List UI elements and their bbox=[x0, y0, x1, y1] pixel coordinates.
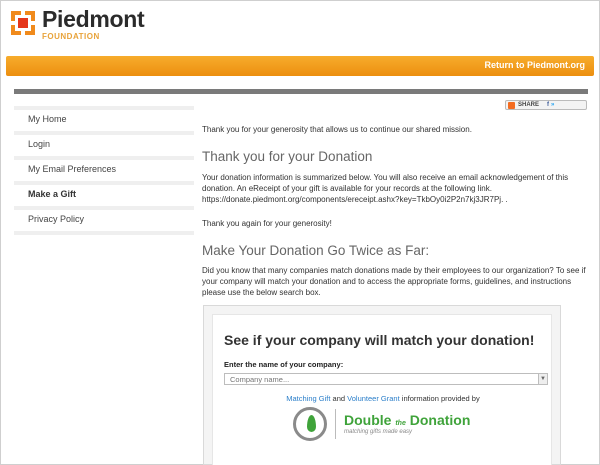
company-field-label: Enter the name of your company: bbox=[224, 360, 344, 369]
sidebar-item-make-a-gift[interactable]: Make a Gift bbox=[14, 181, 194, 206]
matching-gift-widget: See if your company will match your dona… bbox=[203, 305, 561, 465]
dd-name-b: Donation bbox=[409, 412, 471, 428]
sidebar-item-login[interactable]: Login bbox=[14, 131, 194, 156]
company-search-input[interactable] bbox=[224, 373, 548, 385]
dd-tagline: matching gifts made easy bbox=[344, 429, 413, 435]
chevron-down-icon[interactable]: ▼ bbox=[538, 373, 548, 385]
dd-the: the bbox=[395, 420, 406, 427]
piedmont-logo[interactable]: Piedmont FOUNDATION bbox=[10, 6, 145, 44]
more-share-icon[interactable]: » bbox=[551, 102, 554, 108]
volunteer-grant-link[interactable]: Volunteer Grant bbox=[347, 394, 400, 403]
top-nav-bar: Return to Piedmont.org bbox=[6, 56, 594, 76]
dd-name-a: Double bbox=[344, 412, 392, 428]
share-label: SHARE bbox=[518, 102, 540, 108]
match-heading: Make Your Donation Go Twice as Far: bbox=[202, 242, 430, 258]
leaf-icon bbox=[293, 407, 327, 441]
double-the-donation-logo[interactable]: Double the Donation matching gifts made … bbox=[293, 407, 470, 441]
ereceipt-link[interactable]: https://donate.piedmont.org/components/e… bbox=[202, 194, 587, 205]
intro-text: Thank you for your generosity that allow… bbox=[202, 125, 472, 134]
thanks-again-text: Thank you again for your generosity! bbox=[202, 218, 332, 228]
share-icon bbox=[508, 101, 515, 109]
match-title: See if your company will match your dona… bbox=[224, 332, 535, 348]
return-link[interactable]: Return to Piedmont.org bbox=[485, 60, 586, 70]
sidebar-item-my-home[interactable]: My Home bbox=[14, 106, 194, 131]
donation-summary-text: Your donation information is summarized … bbox=[202, 172, 569, 193]
match-intro-text: Did you know that many companies match d… bbox=[202, 266, 586, 298]
facebook-icon[interactable]: f bbox=[547, 102, 549, 108]
share-button[interactable]: SHARE f » bbox=[505, 100, 587, 110]
sidebar-item-privacy-policy[interactable]: Privacy Policy bbox=[14, 206, 194, 231]
sidebar: My Home Login My Email Preferences Make … bbox=[14, 106, 194, 235]
main-content: Thank you for your generosity that allow… bbox=[202, 124, 587, 299]
logo-subtitle: FOUNDATION bbox=[42, 32, 100, 41]
matching-gift-link[interactable]: Matching Gift bbox=[286, 394, 330, 403]
logo-mark-icon bbox=[10, 10, 36, 36]
matching-gift-panel: See if your company will match your dona… bbox=[212, 314, 552, 465]
divider bbox=[14, 89, 588, 94]
logo-separator bbox=[335, 409, 336, 439]
provided-rest: information provided by bbox=[399, 394, 480, 403]
provided-and: and bbox=[330, 394, 348, 403]
logo-name: Piedmont bbox=[42, 6, 145, 32]
provided-by-text: Matching Gift and Volunteer Grant inform… bbox=[213, 394, 553, 403]
sidebar-item-email-preferences[interactable]: My Email Preferences bbox=[14, 156, 194, 181]
donation-heading: Thank you for your Donation bbox=[202, 149, 373, 165]
sidebar-end-divider bbox=[14, 231, 194, 235]
